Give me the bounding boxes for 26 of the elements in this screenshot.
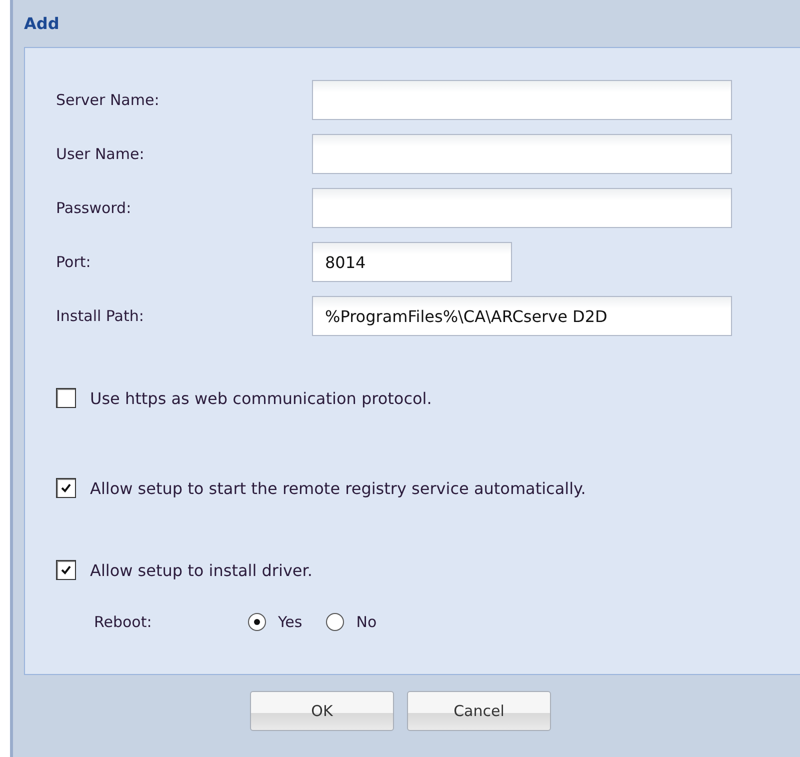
checkbox-label: Allow setup to install driver.	[90, 560, 312, 580]
text-field[interactable]: %ProgramFiles%\CA\ARCserve D2D	[312, 296, 732, 336]
checkbox-label: Use https as web communication protocol.	[90, 388, 432, 408]
checkbox[interactable]	[56, 478, 76, 498]
checkbox[interactable]	[56, 560, 76, 580]
radio-button[interactable]	[248, 613, 266, 631]
ok-button[interactable]: OK	[250, 691, 394, 731]
text-field[interactable]	[312, 134, 732, 174]
checkbox-label: Allow setup to start the remote registry service automatically.	[90, 478, 586, 498]
field-label: Install Path:	[56, 307, 145, 325]
checkbox[interactable]	[56, 388, 76, 408]
field-label: User Name:	[56, 145, 146, 163]
check-icon	[60, 482, 72, 494]
radio-label: Yes	[278, 613, 302, 631]
field-label: Server Name:	[56, 91, 160, 109]
cancel-button[interactable]: Cancel	[407, 691, 551, 731]
radio-label: No	[356, 613, 377, 631]
text-field[interactable]	[312, 80, 732, 120]
check-icon	[60, 564, 72, 576]
field-label: Port:	[56, 253, 92, 271]
window-title: Add	[24, 14, 60, 33]
text-field[interactable]	[312, 188, 732, 228]
reboot-label: Reboot:	[94, 613, 153, 631]
field-label: Password:	[56, 199, 132, 217]
radio-button[interactable]	[326, 613, 344, 631]
text-field[interactable]: 8014	[312, 242, 512, 282]
